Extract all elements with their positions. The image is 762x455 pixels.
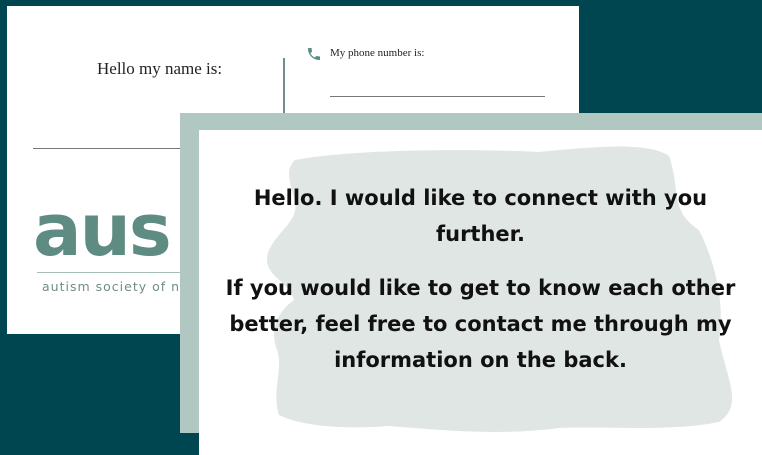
organization-logo-letters: aus xyxy=(33,188,172,272)
name-label: Hello my name is: xyxy=(97,59,223,78)
card-divider xyxy=(283,58,285,116)
message-body: If you would like to get to know each ot… xyxy=(225,276,736,372)
phone-icon xyxy=(308,48,320,60)
phone-label: My phone number is: xyxy=(330,47,425,59)
message-greeting: Hello. I would like to connect with you … xyxy=(253,186,708,246)
message-card: Hello. I would like to connect with you … xyxy=(199,130,762,455)
phone-write-line xyxy=(330,96,545,97)
organization-logo-tagline: autism society of n xyxy=(42,279,181,294)
name-write-line xyxy=(33,148,193,149)
connect-message: Hello. I would like to connect with you … xyxy=(219,180,742,378)
